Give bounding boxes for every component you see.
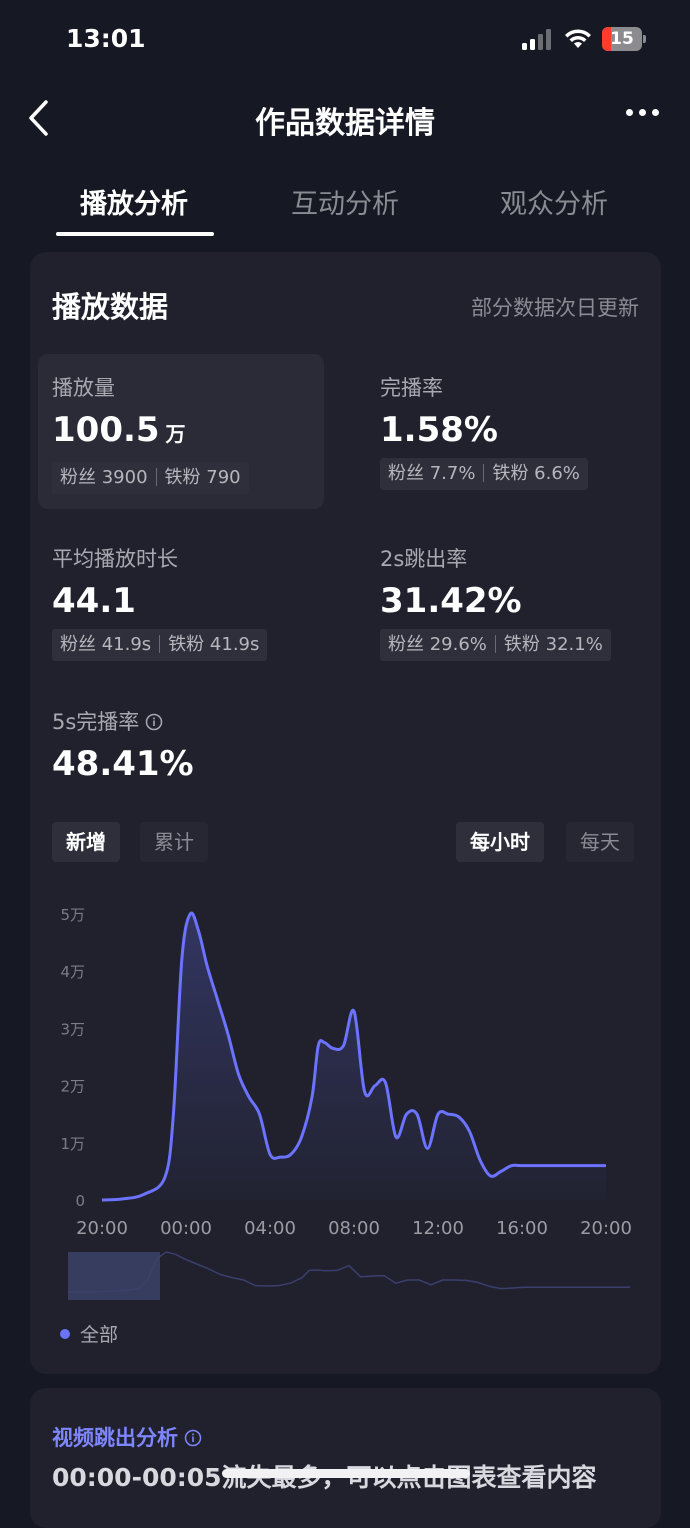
x-tick-label: 16:00 — [496, 1218, 548, 1239]
page-title: 作品数据详情 — [255, 106, 435, 141]
data-point[interactable] — [310, 1095, 314, 1099]
x-tick-label: 12:00 — [412, 1218, 464, 1239]
data-point[interactable] — [478, 1158, 482, 1162]
data-point[interactable] — [300, 1135, 304, 1139]
tab-bar: 播放分析 互动分析 观众分析 — [0, 170, 690, 240]
data-point[interactable] — [188, 912, 192, 916]
data-point[interactable] — [171, 1112, 175, 1116]
wifi-icon — [565, 29, 591, 48]
info-icon[interactable] — [184, 1429, 202, 1447]
data-point[interactable] — [180, 958, 184, 962]
signal-icon — [522, 29, 551, 50]
y-tick-label: 4万 — [60, 963, 85, 981]
data-point[interactable] — [352, 1009, 356, 1013]
data-point[interactable] — [247, 1095, 251, 1099]
y-tick-label: 1万 — [60, 1135, 85, 1153]
bounce-analysis-card: 视频跳出分析 00:00-00:05流失最多，可以点击图表查看内容 — [30, 1388, 661, 1528]
data-point[interactable] — [226, 1032, 230, 1036]
data-point[interactable] — [268, 1152, 272, 1156]
battery-icon: 15 — [602, 27, 646, 51]
data-point[interactable] — [216, 998, 220, 1002]
more-icon[interactable] — [622, 106, 662, 120]
status-time: 13:01 — [66, 24, 146, 53]
data-point[interactable] — [457, 1115, 461, 1119]
overview-brush[interactable] — [68, 1252, 160, 1300]
data-point[interactable] — [415, 1112, 419, 1116]
data-point[interactable] — [279, 1155, 283, 1159]
y-tick-label: 5万 — [60, 906, 85, 924]
x-tick-label: 20:00 — [580, 1218, 632, 1239]
tab-audience-analysis[interactable]: 观众分析 — [500, 182, 608, 221]
bounce-analysis-title[interactable]: 视频跳出分析 — [52, 1422, 202, 1452]
data-point[interactable] — [520, 1164, 524, 1168]
data-point[interactable] — [363, 1089, 367, 1093]
y-tick-label: 2万 — [60, 1078, 85, 1096]
nav-bar: 作品数据详情 — [0, 80, 690, 156]
data-point[interactable] — [552, 1164, 556, 1168]
data-point[interactable] — [289, 1152, 293, 1156]
data-point[interactable] — [316, 1044, 320, 1048]
x-tick-label: 04:00 — [244, 1218, 296, 1239]
data-point[interactable] — [197, 929, 201, 933]
tab-active-indicator — [56, 232, 214, 236]
legend-dot — [60, 1329, 70, 1339]
data-point[interactable] — [384, 1081, 388, 1085]
tab-play-analysis[interactable]: 播放分析 — [80, 182, 188, 221]
chart-legend[interactable]: 全部 — [60, 1320, 118, 1347]
data-point[interactable] — [594, 1164, 598, 1168]
data-point[interactable] — [205, 963, 209, 967]
x-tick-label: 08:00 — [328, 1218, 380, 1239]
battery-level: 15 — [610, 29, 634, 49]
x-tick-label: 20:00 — [76, 1218, 128, 1239]
data-point[interactable] — [237, 1072, 241, 1076]
y-tick-label: 3万 — [60, 1020, 85, 1038]
data-point[interactable] — [373, 1084, 377, 1088]
data-point[interactable] — [604, 1164, 608, 1168]
data-point[interactable] — [323, 1041, 327, 1045]
data-point[interactable] — [573, 1164, 577, 1168]
data-point[interactable] — [258, 1112, 262, 1116]
data-point[interactable] — [562, 1164, 566, 1168]
legend-label: 全部 — [80, 1324, 119, 1346]
y-tick-label: 0 — [75, 1192, 85, 1210]
tab-interaction-analysis[interactable]: 互动分析 — [291, 182, 399, 221]
home-indicator — [222, 1469, 470, 1478]
data-point[interactable] — [394, 1135, 398, 1139]
data-point[interactable] — [541, 1164, 545, 1168]
data-point[interactable] — [489, 1174, 493, 1178]
data-point[interactable] — [468, 1129, 472, 1133]
data-point[interactable] — [499, 1169, 503, 1173]
data-point[interactable] — [405, 1112, 409, 1116]
data-point[interactable] — [436, 1112, 440, 1116]
data-point[interactable] — [142, 1192, 146, 1196]
data-point[interactable] — [447, 1112, 451, 1116]
status-bar: 13:01 15 — [0, 0, 690, 80]
data-point[interactable] — [121, 1197, 125, 1201]
play-trend-chart[interactable]: 0 1万 2万 3万 4万 5万 20:00 00:00 04:00 08:00 12:00 16:0… — [30, 252, 661, 1312]
data-point[interactable] — [583, 1164, 587, 1168]
x-tick-label: 00:00 — [160, 1218, 212, 1239]
data-point[interactable] — [100, 1198, 104, 1202]
data-point[interactable] — [331, 1046, 335, 1050]
data-point[interactable] — [510, 1164, 514, 1168]
data-point[interactable] — [163, 1175, 167, 1179]
data-point[interactable] — [426, 1147, 430, 1151]
play-data-card: 播放数据 部分数据次日更新 播放量 100.5 万 粉丝 3900 铁粉 790 完… — [30, 252, 661, 1374]
data-point[interactable] — [342, 1044, 346, 1048]
data-point[interactable] — [531, 1164, 535, 1168]
